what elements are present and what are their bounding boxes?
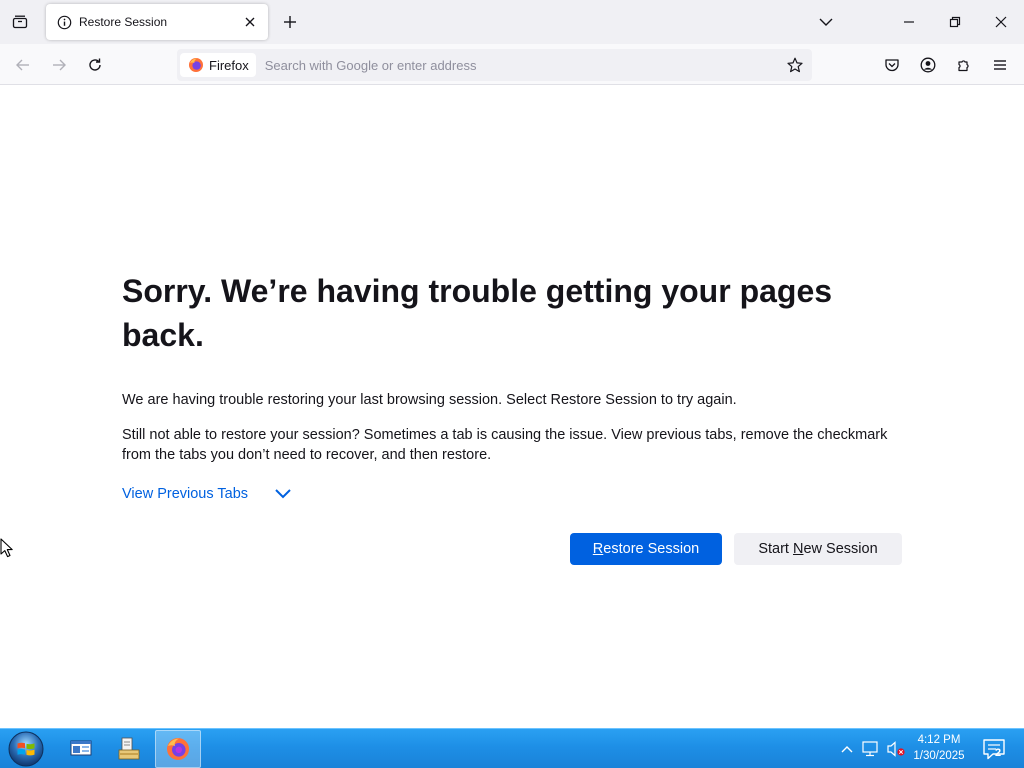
address-input[interactable] <box>255 57 781 73</box>
chevron-down-icon <box>274 485 292 503</box>
taskbar-firefox[interactable] <box>155 730 201 768</box>
notification-count-badge: 2 <box>994 747 1002 759</box>
chevron-up-icon <box>841 746 853 753</box>
navigation-toolbar: Firefox <box>0 44 1024 85</box>
reload-button[interactable] <box>80 50 110 80</box>
plus-icon <box>284 16 296 28</box>
troubleshoot-description: Still not able to restore your session? … <box>122 427 888 463</box>
restore-session-button[interactable]: Restore Session <box>570 533 722 565</box>
minimize-button[interactable] <box>887 4 931 40</box>
taskbar: 4:12 PM 1/30/2025 2 <box>0 728 1024 768</box>
forward-arrow-icon <box>53 59 66 71</box>
new-session-accesskey: N <box>793 541 804 557</box>
restore-window-icon <box>949 16 961 28</box>
new-session-label-before: Start <box>758 541 793 557</box>
tab-strip: Restore Session <box>0 0 1024 44</box>
info-icon <box>56 14 72 30</box>
identity-label: Firefox <box>209 57 249 73</box>
network-icon <box>862 741 878 757</box>
view-previous-tabs-label: View Previous Tabs <box>122 486 249 502</box>
clock-date: 1/30/2025 <box>913 750 965 762</box>
network-tray-button[interactable] <box>860 729 882 768</box>
server-manager-icon <box>70 740 92 756</box>
taskbar-clock[interactable]: 4:12 PM 1/30/2025 <box>905 732 973 764</box>
tab-restore-session[interactable]: Restore Session <box>46 4 268 40</box>
restore-description: We are having trouble restoring your las… <box>122 392 737 408</box>
hamburger-icon <box>994 60 1006 70</box>
tab-list-button[interactable] <box>6 8 34 36</box>
forward-button[interactable] <box>44 50 74 80</box>
taskbar-file-explorer[interactable] <box>106 730 152 768</box>
close-window-button[interactable] <box>979 4 1023 40</box>
identity-box[interactable]: Firefox <box>180 53 256 77</box>
view-previous-tabs-toggle[interactable]: View Previous Tabs <box>122 485 292 503</box>
pocket-icon <box>885 59 899 72</box>
extensions-button[interactable] <box>949 50 979 80</box>
new-tab-button[interactable] <box>276 8 304 36</box>
back-button[interactable] <box>8 50 38 80</box>
windows-logo-icon <box>8 731 44 767</box>
account-button[interactable] <box>913 50 943 80</box>
star-icon <box>787 57 803 73</box>
list-all-tabs-button[interactable] <box>804 4 848 40</box>
page-content: Sorry. We’re having trouble getting your… <box>0 85 1024 728</box>
taskbar-server-manager[interactable] <box>58 730 104 768</box>
tab-list-icon <box>12 15 28 29</box>
start-new-session-button[interactable]: Start New Session <box>734 533 902 565</box>
close-icon <box>245 17 255 27</box>
tab-close-button[interactable] <box>240 12 260 32</box>
pocket-button[interactable] <box>877 50 907 80</box>
page-title: Sorry. We’re having trouble getting your… <box>122 273 833 353</box>
url-bar[interactable]: Firefox <box>177 49 812 81</box>
show-hidden-icons-button[interactable] <box>837 729 857 768</box>
file-explorer-icon <box>118 737 140 760</box>
start-button[interactable] <box>6 730 46 768</box>
clock-time: 4:12 PM <box>917 734 961 746</box>
tab-title: Restore Session <box>79 15 168 29</box>
close-icon <box>995 16 1007 28</box>
minimize-icon <box>904 21 914 23</box>
back-arrow-icon <box>16 59 29 71</box>
volume-muted-icon <box>887 741 905 757</box>
firefox-icon <box>189 58 203 72</box>
chevron-down-icon <box>819 18 833 26</box>
app-menu-button[interactable] <box>985 50 1015 80</box>
action-center-button[interactable]: 2 <box>978 733 1010 765</box>
restore-accesskey: R <box>592 541 604 557</box>
firefox-icon <box>167 738 189 760</box>
account-icon <box>920 57 936 73</box>
new-session-label-after: ew Session <box>803 541 878 557</box>
puzzle-icon <box>958 60 969 72</box>
mouse-cursor-icon <box>0 538 13 558</box>
reload-icon <box>89 58 101 71</box>
restore-label-rest: estore Session <box>603 541 700 557</box>
bookmark-button[interactable] <box>781 51 809 79</box>
restore-window-button[interactable] <box>933 4 977 40</box>
